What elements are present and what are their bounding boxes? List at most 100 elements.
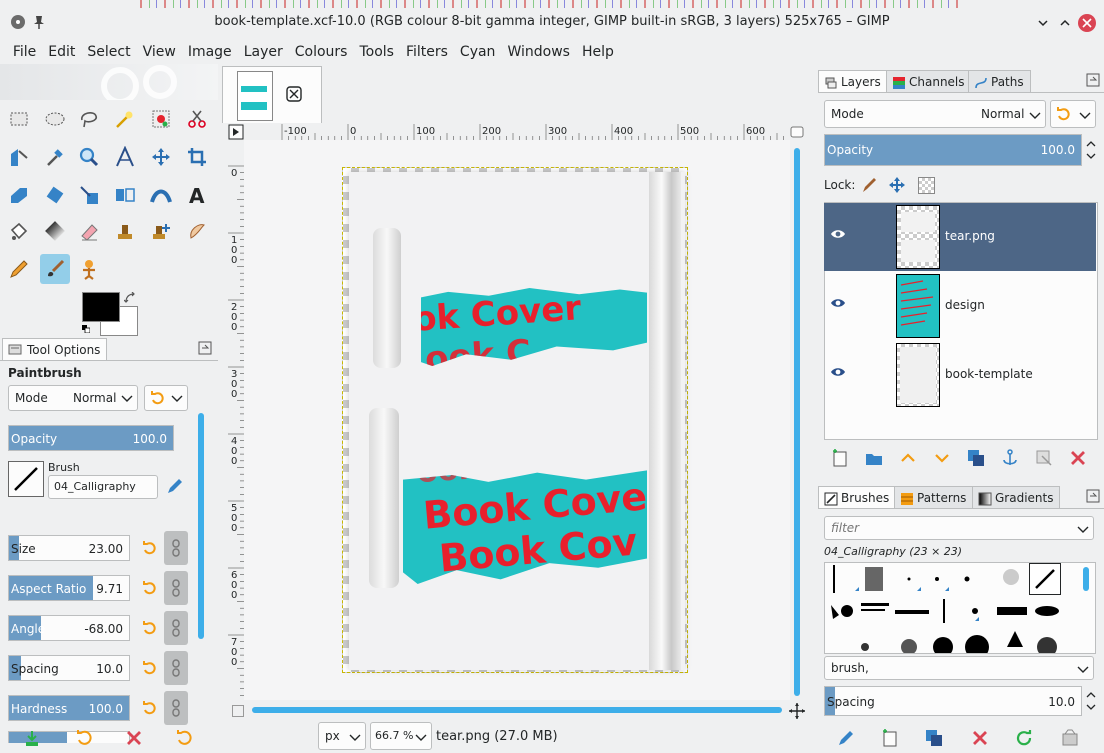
aspect-link-button[interactable] xyxy=(164,571,188,605)
layer-row-book-template[interactable]: book-template xyxy=(824,341,1096,409)
eraser-tool[interactable] xyxy=(74,216,104,246)
brush-spacing-slider[interactable]: Spacing 10.0 xyxy=(824,686,1082,716)
image-canvas[interactable]: ok Cover ook C ook C Book Cove Book Cov xyxy=(342,167,688,673)
horizontal-ruler[interactable]: -1000100200300400500600700 xyxy=(244,124,831,141)
menu-edit[interactable]: Edit xyxy=(42,41,81,63)
gradient-tool[interactable] xyxy=(40,216,70,246)
hardness-reset-button[interactable] xyxy=(138,695,160,721)
merge-layer-icon[interactable] xyxy=(1034,448,1054,468)
canvas-v-scroll-thumb[interactable] xyxy=(794,148,800,696)
refresh-brushes-icon[interactable] xyxy=(1014,728,1034,748)
lock-alpha-icon[interactable] xyxy=(918,177,935,194)
quick-mask-toggle[interactable] xyxy=(228,124,244,140)
pencil-tool[interactable] xyxy=(4,254,34,284)
tab-channels[interactable]: Channels xyxy=(886,70,972,92)
navigate-corner[interactable] xyxy=(232,705,244,717)
unit-select[interactable]: px xyxy=(318,722,366,750)
flip-tool[interactable] xyxy=(110,180,140,210)
reset-tool-options-icon[interactable] xyxy=(174,728,194,748)
angle-reset-button[interactable] xyxy=(138,615,160,641)
smudge-tool[interactable] xyxy=(182,216,212,246)
select-by-color-tool[interactable] xyxy=(146,104,176,134)
text-tool[interactable]: A xyxy=(182,180,212,210)
lock-pixels-icon[interactable] xyxy=(860,176,878,194)
minimize-button[interactable] xyxy=(1034,14,1052,32)
layer-row-design[interactable]: design xyxy=(824,272,1096,340)
save-tool-preset-icon[interactable] xyxy=(22,728,42,748)
menu-filters[interactable]: Filters xyxy=(400,41,454,63)
layer-row-tear[interactable]: tear.png xyxy=(824,203,1096,271)
menu-cyan[interactable]: Cyan xyxy=(454,41,502,63)
tab-paths[interactable]: Paths xyxy=(968,70,1031,92)
move-tool[interactable] xyxy=(146,142,176,172)
brush-preview-button[interactable] xyxy=(8,461,44,497)
mode-reset-select[interactable] xyxy=(144,385,188,411)
foreground-color-swatch[interactable] xyxy=(82,292,120,322)
ellipse-select-tool[interactable] xyxy=(40,104,70,134)
eye-icon[interactable] xyxy=(830,298,846,308)
close-button[interactable] xyxy=(1078,14,1096,32)
delete-tool-preset-icon[interactable] xyxy=(124,728,144,748)
menu-image[interactable]: Image xyxy=(182,41,238,63)
rect-select-tool[interactable] xyxy=(4,104,34,134)
menu-windows[interactable]: Windows xyxy=(501,41,576,63)
spacing-slider[interactable]: Spacing 10.0 xyxy=(8,655,130,681)
mypaint-brush-tool[interactable] xyxy=(74,254,104,284)
menu-tools[interactable]: Tools xyxy=(353,41,400,63)
menu-file[interactable]: File xyxy=(7,41,42,63)
default-colors-icon[interactable] xyxy=(82,322,91,334)
spacing-reset-button[interactable] xyxy=(138,655,160,681)
size-reset-button[interactable] xyxy=(138,535,160,561)
mode-select[interactable]: Mode Normal xyxy=(8,385,138,411)
aspect-ratio-slider[interactable]: Aspect Ratio 9.71 xyxy=(8,575,130,601)
anchor-layer-icon[interactable] xyxy=(1000,448,1020,468)
tab-layers[interactable]: Layers xyxy=(818,70,888,92)
edit-brush-button[interactable] xyxy=(836,728,856,748)
heal-tool[interactable] xyxy=(146,216,176,246)
delete-layer-icon[interactable] xyxy=(1068,448,1088,468)
color-picker-tool[interactable] xyxy=(40,142,70,172)
brush-tag-input[interactable]: brush, xyxy=(824,656,1094,680)
new-layer-icon[interactable] xyxy=(830,448,850,468)
layers-dock-menu-icon[interactable] xyxy=(1086,73,1100,87)
size-link-button[interactable] xyxy=(164,531,188,565)
duplicate-brush-icon[interactable] xyxy=(924,728,944,748)
lower-layer-icon[interactable] xyxy=(932,448,952,468)
warp-transform-tool[interactable] xyxy=(146,180,176,210)
unified-transform-tool[interactable] xyxy=(4,180,34,210)
aspect-reset-button[interactable] xyxy=(138,575,160,601)
restore-tool-preset-icon[interactable] xyxy=(74,728,94,748)
maximize-button[interactable] xyxy=(1056,14,1074,32)
layer-opacity-spinner[interactable] xyxy=(1084,134,1098,166)
canvas-v-scroll-track[interactable] xyxy=(790,140,804,700)
scale-tool[interactable] xyxy=(74,180,104,210)
brushes-dock-menu-icon[interactable] xyxy=(1086,489,1100,503)
layer-name-tear[interactable]: tear.png xyxy=(945,229,995,243)
brush-spacing-spinner[interactable] xyxy=(1084,686,1098,716)
eye-icon[interactable] xyxy=(830,229,846,239)
foreground-select-tool[interactable] xyxy=(4,142,34,172)
raise-layer-icon[interactable] xyxy=(898,448,918,468)
scissors-select-tool[interactable] xyxy=(182,104,212,134)
close-tab-icon[interactable] xyxy=(285,85,303,103)
brush-grid[interactable] xyxy=(824,562,1096,654)
duplicate-layer-icon[interactable] xyxy=(966,448,986,468)
lock-position-icon[interactable] xyxy=(888,176,906,194)
menu-layer[interactable]: Layer xyxy=(238,41,289,63)
image-tab[interactable] xyxy=(222,66,322,123)
bucket-fill-tool[interactable] xyxy=(4,216,34,246)
menu-colours[interactable]: Colours xyxy=(289,41,354,63)
brush-grid-scrollbar[interactable] xyxy=(1083,567,1089,591)
open-brush-as-image-icon[interactable] xyxy=(1060,728,1080,748)
navigate-icon[interactable] xyxy=(788,702,806,720)
edit-brush-icon[interactable] xyxy=(164,475,186,497)
layer-name-design[interactable]: design xyxy=(945,298,985,312)
angle-link-button[interactable] xyxy=(164,611,188,645)
tab-gradients[interactable]: Gradients xyxy=(972,486,1061,508)
vertical-ruler[interactable]: 0100200300400500600700 xyxy=(228,140,245,700)
canvas-viewport[interactable]: ok Cover ook C ook C Book Cove Book Cov xyxy=(244,140,790,700)
hardness-slider[interactable]: Hardness 100.0 xyxy=(8,695,130,721)
zoom-tool[interactable] xyxy=(74,142,104,172)
layer-name-book-template[interactable]: book-template xyxy=(945,367,1033,381)
selected-brush-cell[interactable] xyxy=(1029,563,1061,595)
